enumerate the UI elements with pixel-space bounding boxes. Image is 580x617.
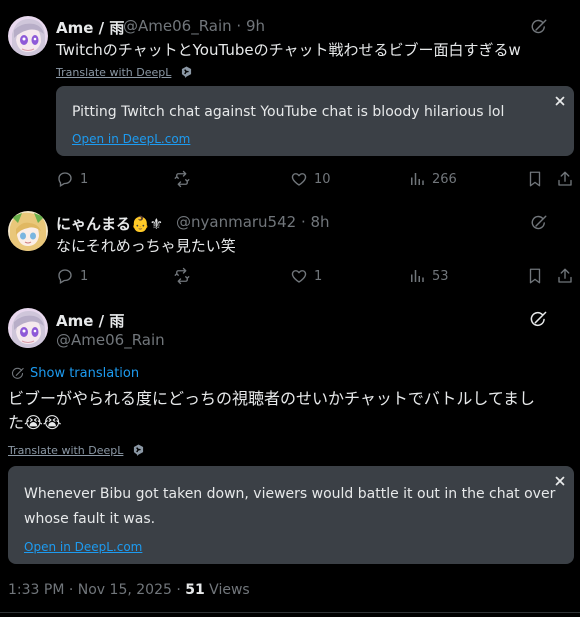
tweet1-translation-box: Pitting Twitch chat against YouTube chat… <box>56 86 574 156</box>
main-views-count: 51 <box>185 582 205 598</box>
tweet1-like-button[interactable]: 10 <box>290 169 331 189</box>
main-views-label: Views <box>204 582 250 598</box>
grok-icon[interactable] <box>530 18 548 36</box>
show-translation-label[interactable]: Show translation <box>30 366 139 381</box>
main-display-name[interactable]: Ame / 雨 <box>56 310 124 331</box>
repost-icon <box>173 170 191 188</box>
main-translation-text: Whenever Bibu got taken down, viewers wo… <box>24 486 556 527</box>
bookmark-icon[interactable] <box>526 267 544 285</box>
main-translation-box: Whenever Bibu got taken down, viewers wo… <box>8 466 574 564</box>
like-count: 1 <box>314 268 323 284</box>
tweet2-views-button[interactable]: 53 <box>408 266 449 286</box>
main-timestamp[interactable]: 1:33 PM · Nov 15, 2025 · <box>8 582 185 598</box>
views-count: 266 <box>432 171 457 187</box>
tweet1-text: TwitchのチャットとYouTubeのチャット戦わせるビブー面白すぎるw <box>56 41 521 59</box>
views-icon <box>408 267 426 285</box>
translate-with-deepl-link[interactable]: Translate with DeepL <box>56 66 171 79</box>
translate-icon <box>10 366 25 381</box>
reply-count: 1 <box>80 268 89 284</box>
bookmark-icon[interactable] <box>526 170 544 188</box>
avatar-nyanmaru[interactable] <box>8 211 48 251</box>
main-deepl-attribution[interactable]: Translate with DeepL <box>8 439 144 458</box>
show-translation-button[interactable]: Show translation <box>10 366 139 381</box>
deepl-icon <box>181 66 192 78</box>
share-icon[interactable] <box>556 267 574 285</box>
grok-icon[interactable] <box>530 214 548 232</box>
grok-icon[interactable] <box>529 310 548 329</box>
tweet1-meta[interactable]: @Ame06_Rain · 9h <box>123 17 265 35</box>
tweet1-display-name[interactable]: Ame / 雨 <box>56 17 124 38</box>
views-icon <box>408 170 426 188</box>
tweet1-reply-button[interactable]: 1 <box>56 169 88 189</box>
main-text-line2: た😭😭 <box>8 413 62 432</box>
tweet2-text: なにそれめっちゃ見たい笑 <box>56 237 236 255</box>
deepl-icon <box>133 444 144 456</box>
main-handle[interactable]: @Ame06_Rain <box>56 331 165 349</box>
tweet1-repost-button[interactable] <box>173 169 197 189</box>
tweet2-display-name[interactable]: にゃんまる👶⚜ <box>56 213 163 234</box>
reply-icon <box>56 267 74 285</box>
main-text: ビブーがやられる度にどっちの視聴者のせいかチャットでバトルしてまし た😭😭 <box>8 387 535 435</box>
main-timestamp-row: 1:33 PM · Nov 15, 2025 · 51 Views <box>8 582 250 598</box>
translate-with-deepl-link[interactable]: Translate with DeepL <box>8 444 123 457</box>
tweet2-like-button[interactable]: 1 <box>290 266 322 286</box>
close-icon[interactable] <box>553 94 567 108</box>
tweet2-reply-button[interactable]: 1 <box>56 266 88 286</box>
divider <box>0 612 580 613</box>
tweet1-open-deepl-link[interactable]: Open in DeepL.com <box>72 132 190 146</box>
tweet1-translation-text: Pitting Twitch chat against YouTube chat… <box>72 104 505 120</box>
main-text-line1: ビブーがやられる度にどっちの視聴者のせいかチャットでバトルしてまし <box>8 389 536 408</box>
reply-count: 1 <box>80 171 89 187</box>
main-open-deepl-link[interactable]: Open in DeepL.com <box>24 540 142 554</box>
views-count: 53 <box>432 268 449 284</box>
avatar-ame[interactable] <box>8 16 48 56</box>
avatar-ame-main[interactable] <box>8 308 48 348</box>
close-icon[interactable] <box>553 474 567 488</box>
like-icon <box>290 267 308 285</box>
tweet1-deepl-attribution[interactable]: Translate with DeepL <box>56 61 192 80</box>
tweet1-views-button[interactable]: 266 <box>408 169 457 189</box>
share-icon[interactable] <box>556 170 574 188</box>
reply-icon <box>56 170 74 188</box>
like-icon <box>290 170 308 188</box>
like-count: 10 <box>314 171 331 187</box>
tweet2-repost-button[interactable] <box>173 266 197 286</box>
repost-icon <box>173 267 191 285</box>
tweet2-meta[interactable]: @nyanmaru542 · 8h <box>176 213 330 231</box>
